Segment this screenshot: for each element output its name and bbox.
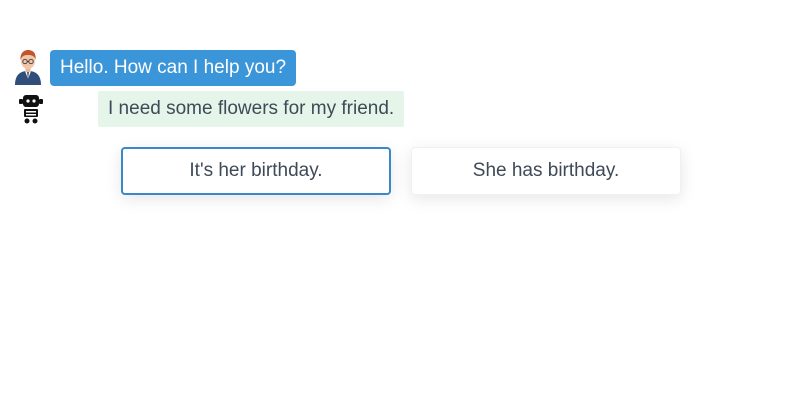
choice-button-its-her-birthday[interactable]: It's her birthday. xyxy=(121,147,391,195)
agent-message: Hello. How can I help you? xyxy=(50,50,297,86)
robot-avatar-icon xyxy=(17,93,47,129)
agent-avatar-icon xyxy=(13,49,43,85)
choice-button-she-has-birthday[interactable]: She has birthday. xyxy=(411,147,681,195)
chat-area: Hello. How can I help you? I need some f… xyxy=(0,0,800,400)
user-message: I need some flowers for my friend. xyxy=(98,91,405,127)
